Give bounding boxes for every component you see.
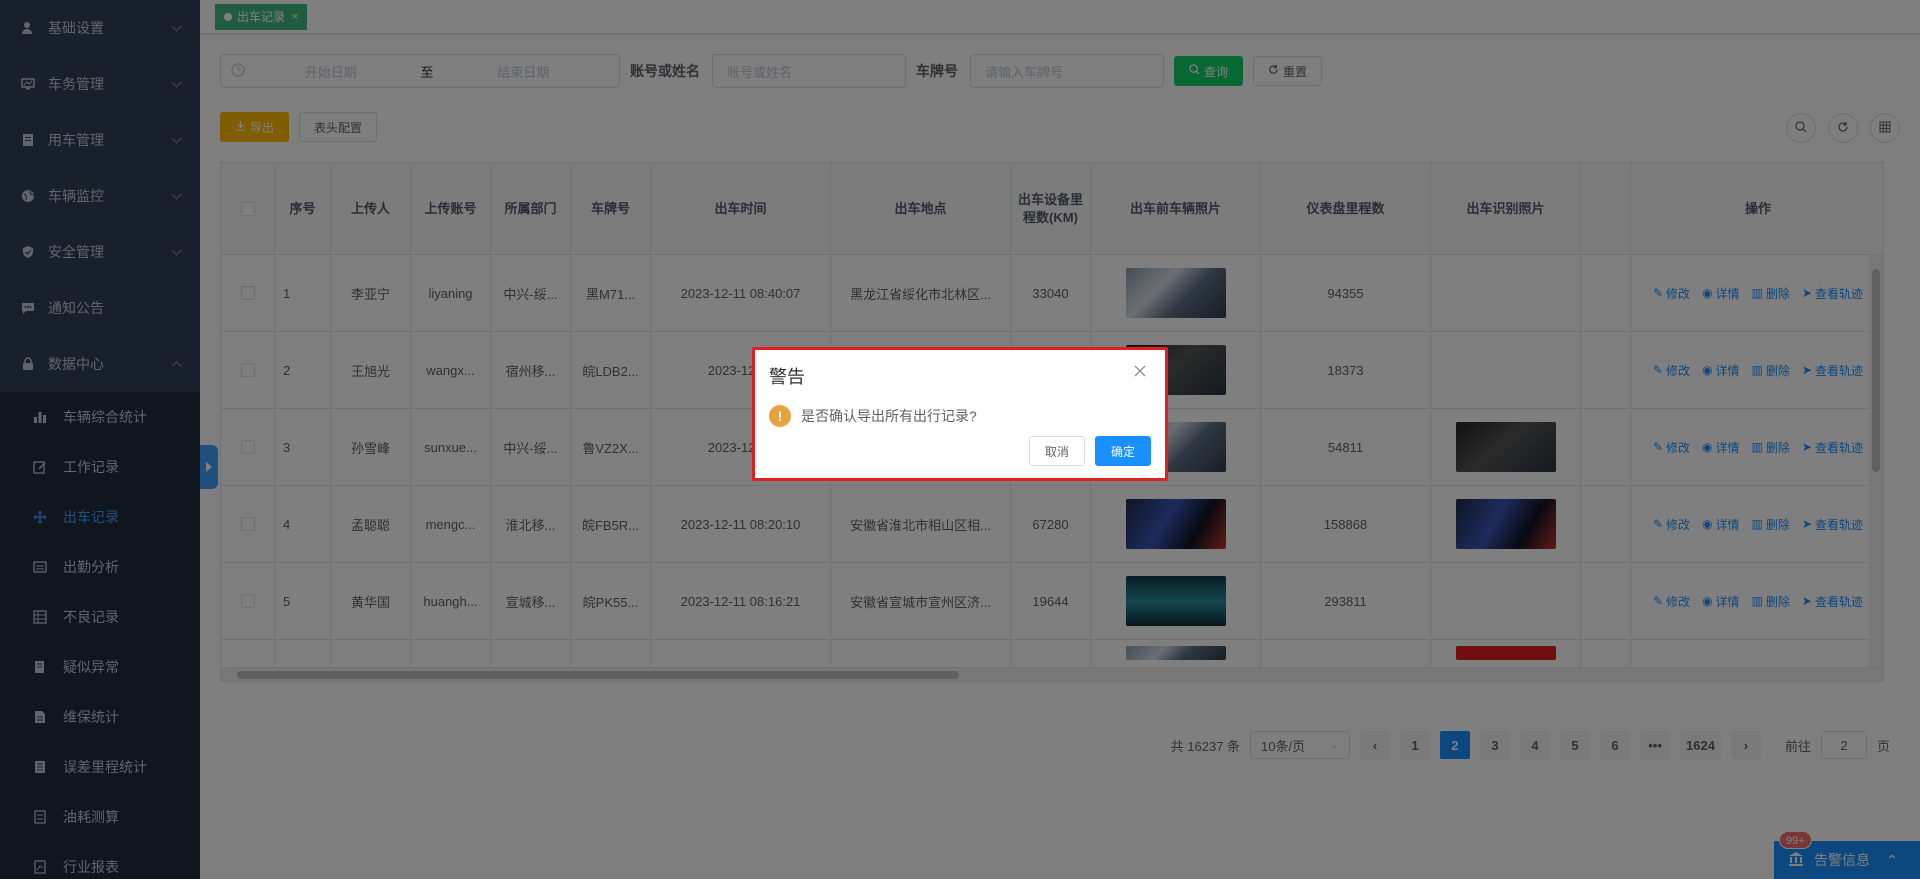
cancel-button[interactable]: 取消 (1028, 436, 1085, 466)
dialog-close-button[interactable] (1133, 364, 1151, 382)
warning-icon: ! (769, 405, 791, 427)
confirm-button[interactable]: 确定 (1094, 436, 1151, 466)
export-confirm-dialog: 警告 ! 是否确认导出所有出行记录? 取消 确定 (752, 347, 1168, 481)
dialog-buttons: 取消 确定 (1028, 436, 1151, 466)
dialog-message-row: ! 是否确认导出所有出行记录? (769, 405, 977, 427)
dialog-message: 是否确认导出所有出行记录? (801, 408, 977, 424)
dialog-title: 警告 (769, 367, 805, 387)
close-icon (1133, 365, 1147, 381)
